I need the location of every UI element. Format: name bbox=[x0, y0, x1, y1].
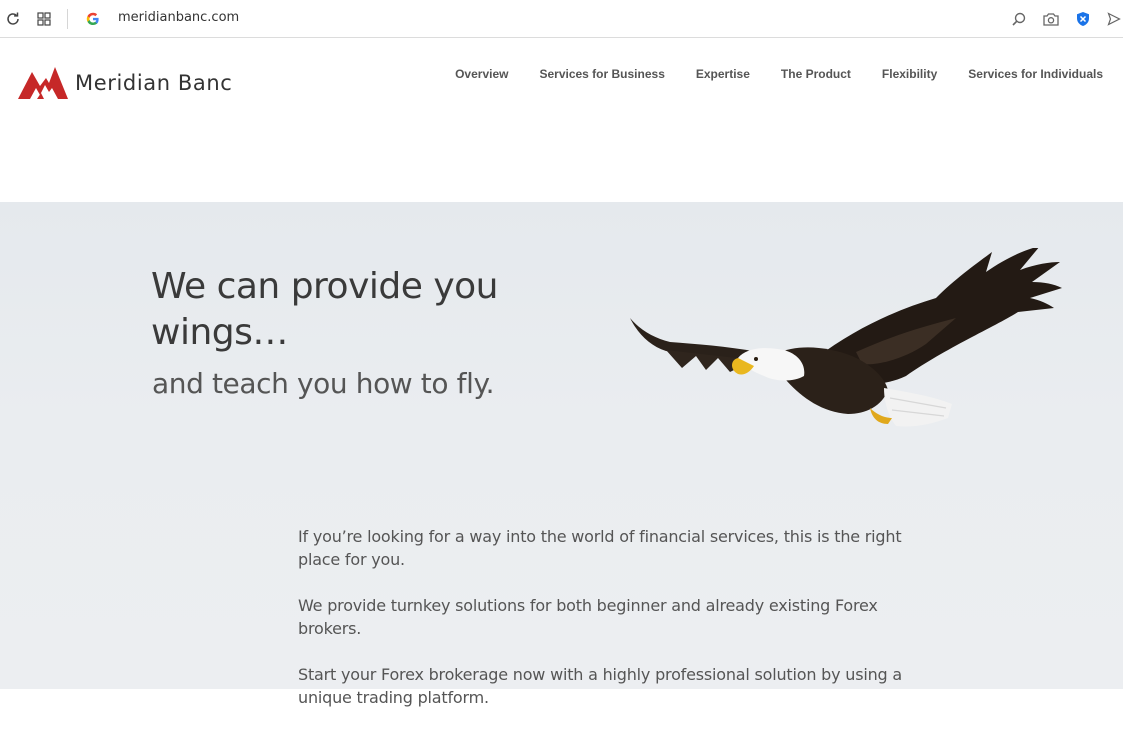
hero-paragraph: Start your Forex brokerage now with a hi… bbox=[298, 665, 902, 707]
nav-expertise[interactable]: Expertise bbox=[696, 67, 750, 81]
reload-icon[interactable] bbox=[3, 9, 23, 29]
google-icon bbox=[83, 9, 103, 29]
nav-overview[interactable]: Overview bbox=[455, 67, 508, 81]
hero-body: If you’re looking for a way into the wor… bbox=[298, 525, 908, 732]
hero-headline: We can provide you wings… bbox=[151, 266, 498, 353]
mountain-logo-icon bbox=[18, 67, 68, 99]
hero-section: We can provide you wings… and teach you … bbox=[0, 202, 1123, 707]
tabs-grid-icon[interactable] bbox=[34, 9, 54, 29]
hero-paragraph: We provide turnkey solutions for both be… bbox=[298, 596, 878, 638]
hero-subheadline: and teach you how to fly. bbox=[152, 367, 495, 400]
toolbar-divider bbox=[67, 9, 68, 29]
send-icon[interactable] bbox=[1104, 9, 1123, 29]
site-header: Meridian Banc Overview Services for Busi… bbox=[0, 38, 1123, 202]
shield-icon[interactable] bbox=[1073, 9, 1093, 29]
browser-toolbar: meridianbanc.com bbox=[0, 0, 1123, 38]
search-icon[interactable] bbox=[1009, 9, 1029, 29]
address-bar-url[interactable]: meridianbanc.com bbox=[118, 10, 239, 25]
nav-the-product[interactable]: The Product bbox=[781, 67, 851, 81]
nav-services-for-individuals[interactable]: Services for Individuals bbox=[968, 67, 1103, 81]
hero-paragraph: If you’re looking for a way into the wor… bbox=[298, 527, 902, 569]
nav-flexibility[interactable]: Flexibility bbox=[882, 67, 937, 81]
nav-services-for-business[interactable]: Services for Business bbox=[539, 67, 664, 81]
main-nav: Overview Services for Business Expertise… bbox=[424, 67, 1103, 81]
brand-name: Meridian Banc bbox=[75, 71, 233, 95]
eagle-image bbox=[630, 248, 1062, 427]
brand-logo[interactable]: Meridian Banc bbox=[18, 66, 232, 100]
camera-icon[interactable] bbox=[1041, 9, 1061, 29]
